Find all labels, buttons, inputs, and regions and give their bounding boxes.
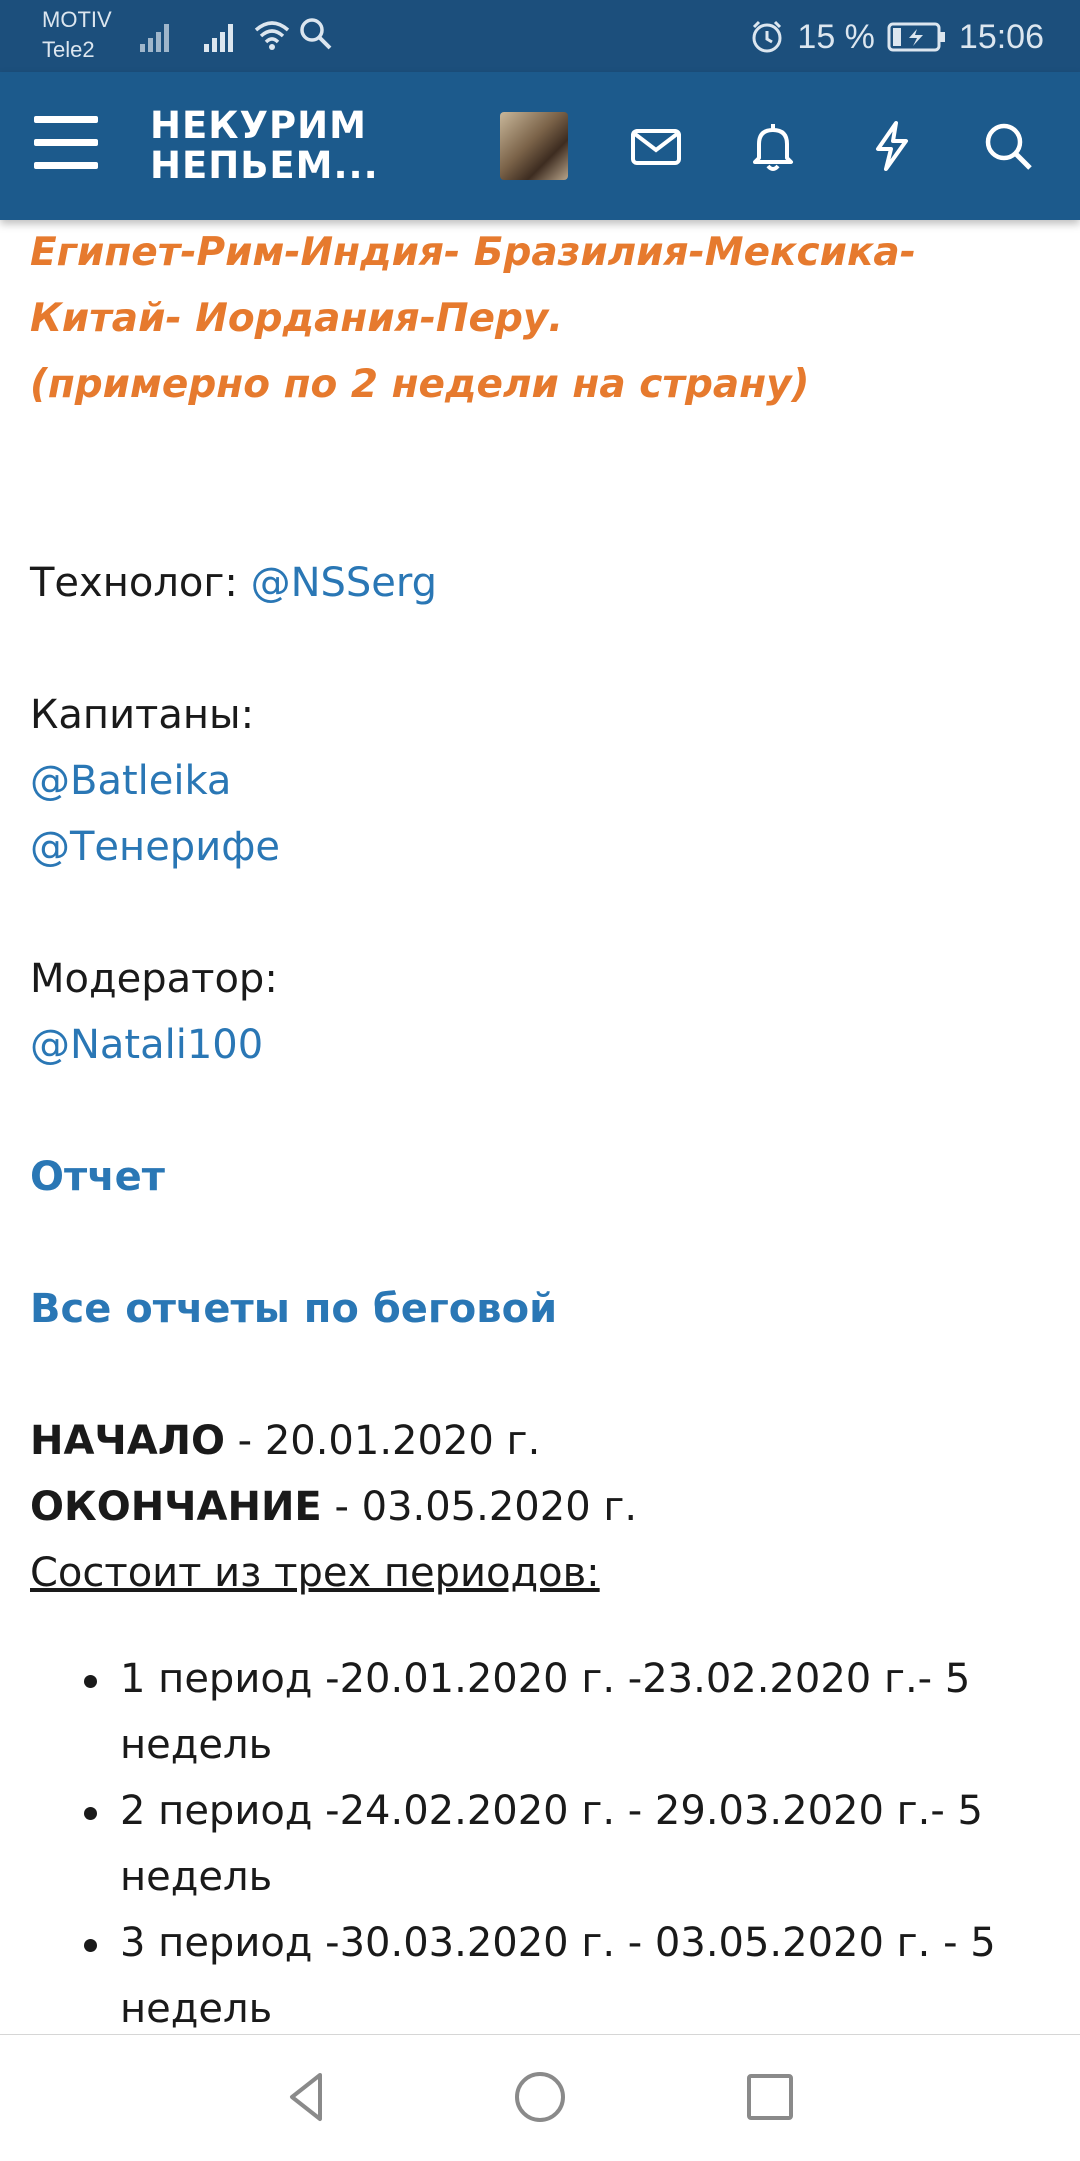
start-label: НАЧАЛО bbox=[30, 1418, 225, 1464]
end-label: ОКОНЧАНИЕ bbox=[30, 1484, 322, 1530]
carrier-info: MOTIV Tele2 bbox=[42, 6, 112, 66]
search-icon[interactable] bbox=[980, 118, 1036, 174]
route-line-1: Египет-Рим-Индия- Бразилия-Мексика- bbox=[30, 230, 916, 275]
periods-heading: Состоит из трех периодов: bbox=[30, 1550, 600, 1596]
status-right: 15 % 15:06 bbox=[749, 12, 1044, 62]
list-item: 3 период -30.03.2020 г. - 03.05.2020 г. … bbox=[84, 1910, 1050, 2042]
moderator-link[interactable]: @Natali100 bbox=[30, 1012, 1050, 1078]
avatar[interactable] bbox=[500, 112, 568, 180]
list-item: 2 период -24.02.2020 г. - 29.03.2020 г.-… bbox=[84, 1778, 1050, 1910]
battery-icon bbox=[887, 22, 945, 52]
system-nav-bar bbox=[0, 2034, 1080, 2161]
all-reports-link[interactable]: Все отчеты по беговой bbox=[30, 1276, 1050, 1342]
signal-icon bbox=[140, 24, 169, 52]
captain-link-2[interactable]: @Тенерифе bbox=[30, 814, 1050, 880]
report-link[interactable]: Отчет bbox=[30, 1144, 1050, 1210]
start-row: НАЧАЛО - 20.01.2020 г. bbox=[30, 1408, 1050, 1474]
status-bar: MOTIV Tele2 15 % 15:06 bbox=[0, 0, 1080, 72]
site-logo[interactable]: НЕКУРИМ НЕПЬЕМ... bbox=[150, 106, 379, 186]
home-icon[interactable] bbox=[508, 2065, 572, 2129]
battery-percent: 15 % bbox=[797, 17, 875, 56]
alarm-icon bbox=[752, 20, 782, 53]
lightning-icon[interactable] bbox=[864, 118, 920, 174]
technolog-label: Технолог: bbox=[30, 560, 251, 606]
logo-line-1: НЕКУРИМ bbox=[150, 104, 367, 147]
end-row: ОКОНЧАНИЕ - 03.05.2020 г. bbox=[30, 1474, 1050, 1540]
back-icon[interactable] bbox=[276, 2065, 340, 2129]
signal-icon bbox=[204, 24, 233, 52]
moderator-label: Модератор: bbox=[30, 956, 278, 1002]
start-value: - 20.01.2020 г. bbox=[224, 1418, 541, 1464]
captains-label: Капитаны: bbox=[30, 692, 255, 738]
captain-link-1[interactable]: @Batleika bbox=[30, 748, 1050, 814]
carrier-2: Tele2 bbox=[42, 37, 95, 62]
recents-icon[interactable] bbox=[738, 2065, 802, 2129]
bell-icon[interactable] bbox=[745, 118, 801, 174]
technolog-row: Технолог: @NSSerg bbox=[30, 550, 1050, 616]
list-item: 1 период -20.01.2020 г. -23.02.2020 г.- … bbox=[84, 1646, 1050, 1778]
clock: 15:06 bbox=[958, 17, 1044, 56]
post-content: Египет-Рим-Индия- Бразилия-Мексика- Кита… bbox=[30, 220, 1050, 2042]
wifi-icon bbox=[254, 21, 290, 50]
logo-line-2: НЕПЬЕМ... bbox=[150, 144, 379, 187]
end-value: - 03.05.2020 г. bbox=[321, 1484, 638, 1530]
carrier-1: MOTIV bbox=[42, 7, 112, 32]
app-header: НЕКУРИМ НЕПЬЕМ... bbox=[0, 72, 1080, 220]
periods-list: 1 период -20.01.2020 г. -23.02.2020 г.- … bbox=[30, 1646, 1050, 2042]
route-line-3: (примерно по 2 недели на страну) bbox=[30, 362, 810, 407]
route-block: Египет-Рим-Индия- Бразилия-Мексика- Кита… bbox=[30, 220, 1050, 418]
menu-icon[interactable] bbox=[34, 116, 98, 176]
route-line-2: Китай- Иордания-Перу. bbox=[30, 296, 564, 341]
mail-icon[interactable] bbox=[628, 118, 684, 174]
search-status-icon bbox=[300, 18, 332, 50]
technolog-link[interactable]: @NSSerg bbox=[251, 560, 437, 606]
